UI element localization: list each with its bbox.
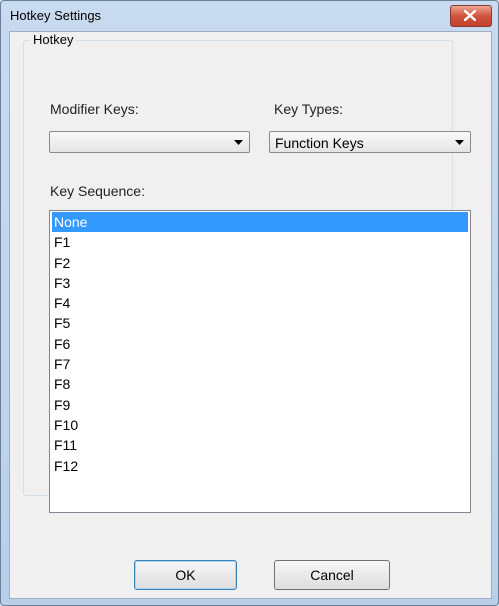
- key-types-label: Key Types:: [274, 101, 344, 117]
- chevron-down-icon: [234, 140, 243, 145]
- cancel-button[interactable]: Cancel: [274, 560, 390, 590]
- close-icon: [464, 10, 476, 21]
- list-item[interactable]: F8: [50, 374, 470, 394]
- list-item[interactable]: F10: [50, 415, 470, 435]
- list-item[interactable]: F3: [50, 273, 470, 293]
- close-button[interactable]: [450, 5, 492, 27]
- list-item[interactable]: F12: [50, 456, 470, 476]
- list-item[interactable]: F6: [50, 334, 470, 354]
- key-types-dropdown[interactable]: Function Keys: [269, 131, 471, 153]
- list-item[interactable]: F2: [50, 253, 470, 273]
- list-item[interactable]: None: [52, 212, 468, 233]
- list-item[interactable]: F1: [50, 232, 470, 252]
- chevron-down-icon: [455, 140, 464, 145]
- list-item[interactable]: F7: [50, 354, 470, 374]
- window-title: Hotkey Settings: [10, 8, 102, 23]
- key-sequence-listbox[interactable]: None F1 F2 F3 F4 F5 F6 F7 F8 F9 F10 F11 F12: [49, 210, 471, 513]
- modifier-keys-label: Modifier Keys:: [50, 101, 139, 117]
- key-types-value: Function Keys: [275, 135, 364, 151]
- ok-button[interactable]: OK: [134, 560, 237, 590]
- modifier-keys-dropdown[interactable]: [49, 131, 250, 153]
- list-item[interactable]: F5: [50, 313, 470, 333]
- title-bar[interactable]: Hotkey Settings: [1, 1, 498, 31]
- key-sequence-label: Key Sequence:: [50, 183, 145, 199]
- list-item[interactable]: F4: [50, 293, 470, 313]
- list-item[interactable]: F11: [50, 435, 470, 455]
- list-item[interactable]: F9: [50, 395, 470, 415]
- key-sequence-items: None F1 F2 F3 F4 F5 F6 F7 F8 F9 F10 F11 F12: [50, 212, 470, 476]
- hotkey-group-legend: Hotkey: [30, 32, 77, 47]
